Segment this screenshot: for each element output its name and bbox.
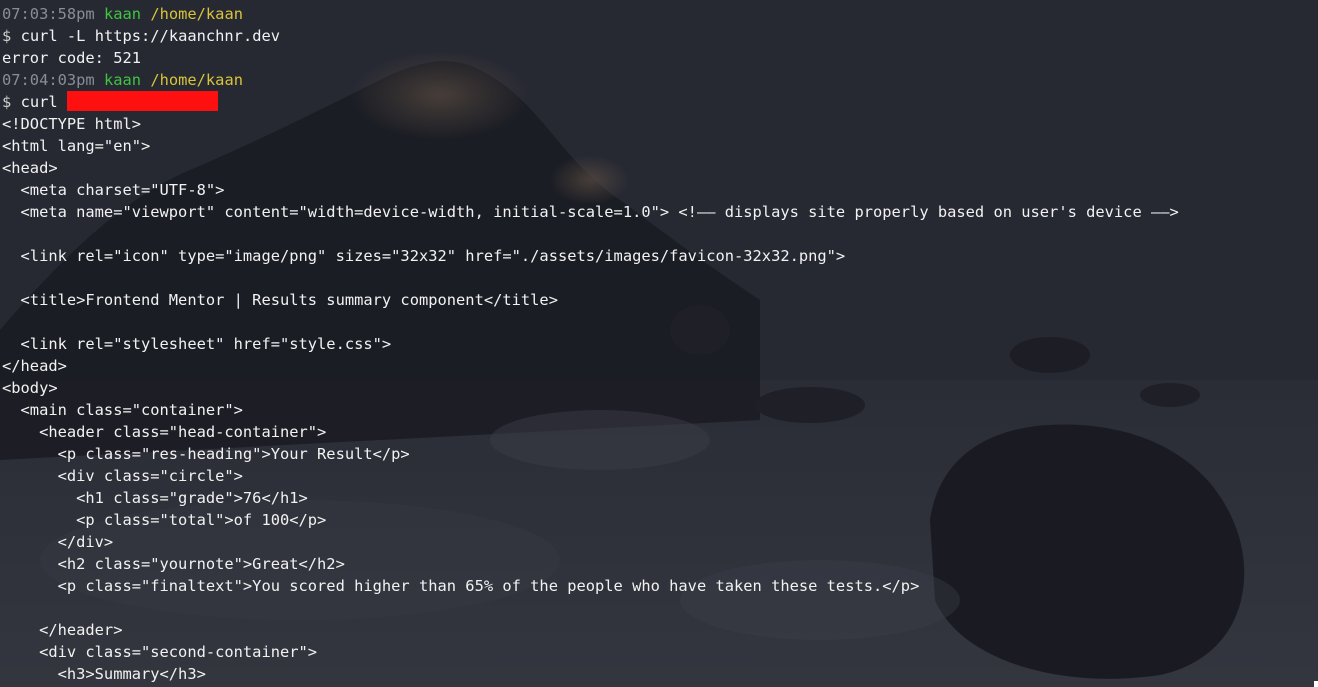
output-line: <title>Frontend Mentor | Results summary… xyxy=(2,291,558,309)
prompt-symbol: $ xyxy=(2,93,12,111)
output-line: <div class="circle"> xyxy=(2,467,243,485)
output-line: <p class="finaltext">You scored higher t… xyxy=(2,577,920,595)
prompt-line: 07:03:58pm kaan /home/kaan xyxy=(2,3,1179,25)
output-line: <h3>Summary</h3> xyxy=(2,665,206,683)
prompt-line: 07:04:03pm kaan /home/kaan xyxy=(2,69,1179,91)
output-line: <p class="res-heading">Your Result</p> xyxy=(2,445,410,463)
output-line: <p class="total">of 100</p> xyxy=(2,511,327,529)
prompt-time: 07:04:03pm xyxy=(2,71,95,89)
prompt-path: /home/kaan xyxy=(150,71,243,89)
output-line: <meta name="viewport" content="width=dev… xyxy=(2,203,1179,221)
output-line: <div class="second-container"> xyxy=(2,643,318,661)
output-line: </div> xyxy=(2,533,114,551)
window-corner xyxy=(1314,681,1318,687)
prompt-user: kaan xyxy=(103,5,142,23)
output-line: <link rel="stylesheet" href="style.css"> xyxy=(2,335,392,353)
output-line: <h1 class="grade">76</h1> xyxy=(2,489,308,507)
output-line: <body> xyxy=(2,379,58,397)
output-line: </head> xyxy=(2,357,67,375)
prompt-path: /home/kaan xyxy=(150,5,243,23)
prompt-symbol: $ xyxy=(2,27,12,45)
output-line: <h2 class="yournote">Great</h2> xyxy=(2,555,345,573)
output-line: <link rel="icon" type="image/png" sizes=… xyxy=(2,247,846,265)
output-line: <!DOCTYPE html> xyxy=(2,115,141,133)
prompt-user: kaan xyxy=(103,71,142,89)
terminal-output: 07:03:58pm kaan /home/kaan $ curl -L htt… xyxy=(2,3,1179,685)
output-line: <head> xyxy=(2,159,58,177)
command-line: $ curl -L https://kaanchnr.dev xyxy=(2,25,1179,47)
prompt-time: 07:03:58pm xyxy=(2,5,95,23)
output-line: <meta charset="UTF-8"> xyxy=(2,181,225,199)
output-line: <html lang="en"> xyxy=(2,137,151,155)
output-line: <main class="container"> xyxy=(2,401,243,419)
output-line: <header class="head-container"> xyxy=(2,423,327,441)
command-text: curl -L https://kaanchnr.dev xyxy=(20,27,281,45)
command-line: $ curl xyxy=(2,91,1179,113)
command-text: curl xyxy=(20,93,67,111)
error-output-line: error code: 521 xyxy=(2,49,141,67)
output-line: </header> xyxy=(2,621,123,639)
redaction-box xyxy=(66,91,218,111)
